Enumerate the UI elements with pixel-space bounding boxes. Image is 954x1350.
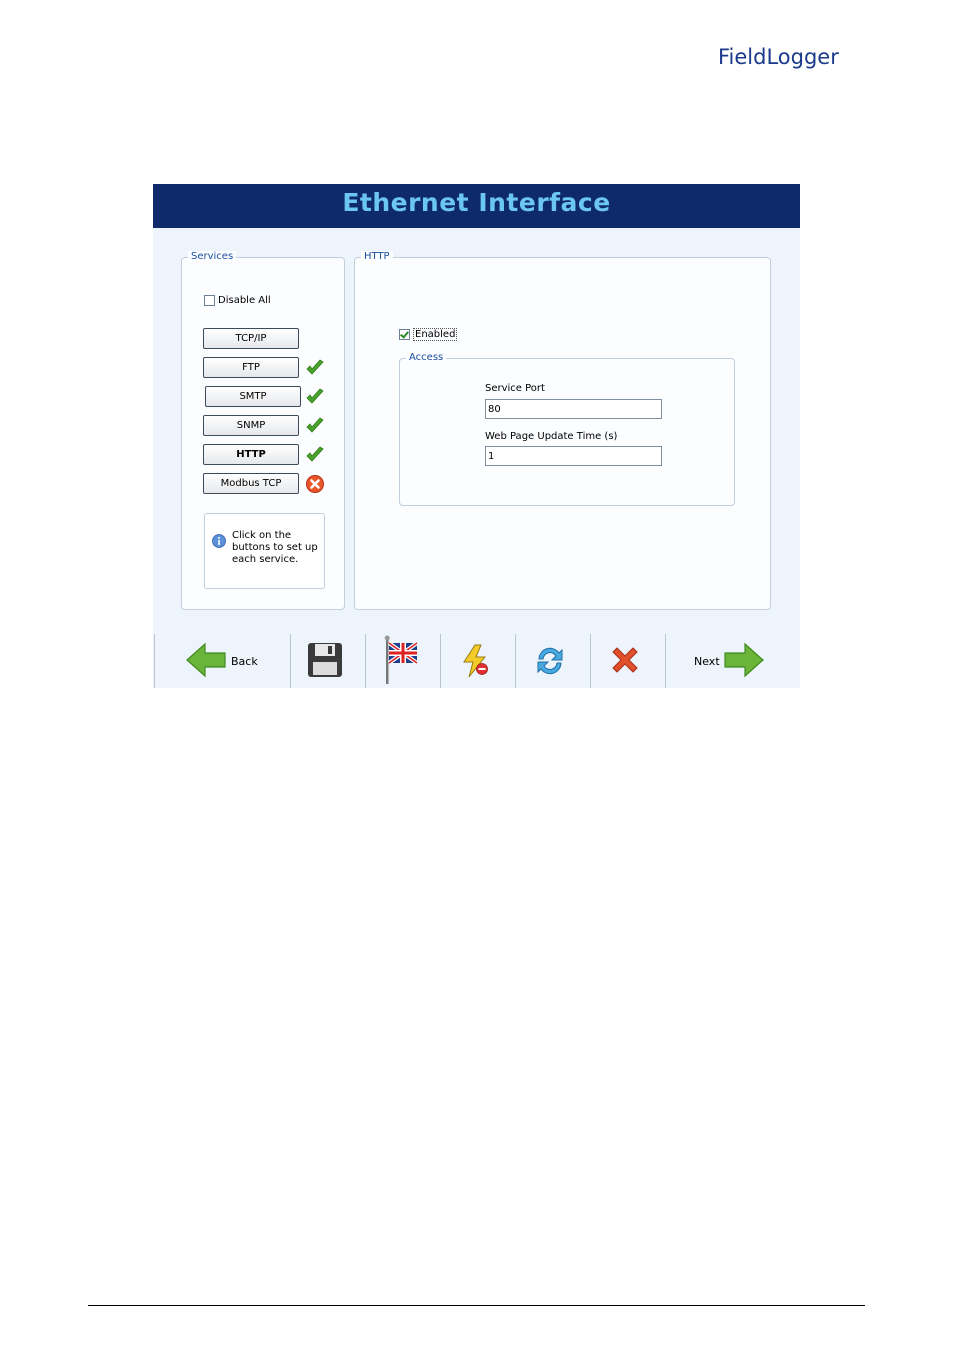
disable-all-checkbox-row[interactable]: Disable All: [204, 295, 271, 306]
logo-text: FieldLogger: [718, 45, 839, 69]
check-icon: [306, 417, 324, 433]
info-text: Click on the buttons to set up each serv…: [232, 530, 318, 565]
smtp-button[interactable]: SMTP: [205, 386, 301, 407]
refresh-icon: [537, 647, 563, 675]
check-icon: [306, 446, 324, 462]
service-port-label: Service Port: [485, 383, 545, 394]
language-button[interactable]: [366, 632, 440, 688]
check-icon: [306, 388, 324, 404]
enabled-label: Enabled: [413, 328, 458, 341]
language-flag-icon: [384, 635, 419, 684]
ftp-button[interactable]: FTP: [203, 357, 299, 378]
access-group: Access Service Port Web Page Update Time…: [399, 352, 735, 506]
check-icon: [306, 359, 324, 375]
save-icon: [308, 643, 342, 677]
fieldlogger-logo: FieldLogger: [718, 45, 839, 69]
http-button[interactable]: HTTP: [203, 444, 299, 465]
info-box: Click on the buttons to set up each serv…: [204, 513, 325, 589]
update-time-input[interactable]: [485, 446, 662, 466]
close-icon: [612, 647, 638, 673]
next-button[interactable]: Next: [666, 632, 800, 688]
lightning-icon: [463, 644, 488, 678]
enabled-checkbox-row[interactable]: Enabled: [399, 328, 458, 341]
back-button[interactable]: Back: [155, 632, 290, 688]
http-group-label: HTTP: [361, 251, 393, 262]
refresh-button[interactable]: [516, 632, 590, 688]
window-title: Ethernet Interface: [342, 188, 611, 217]
disable-all-label: Disable All: [218, 295, 271, 306]
snmp-button[interactable]: SNMP: [203, 415, 299, 436]
back-label: Back: [231, 655, 258, 668]
enabled-checkbox[interactable]: [399, 329, 410, 340]
ethernet-interface-window: Ethernet Interface Services Disable All …: [153, 184, 800, 688]
update-time-label: Web Page Update Time (s): [485, 431, 618, 442]
services-group: Services Disable All TCP/IP FTP SMTP SNM…: [181, 251, 345, 610]
diagnostics-button[interactable]: [441, 632, 515, 688]
http-group: HTTP Enabled Access Service Port Web Pag…: [354, 251, 771, 610]
next-arrow-icon: [724, 642, 764, 678]
access-group-label: Access: [406, 352, 447, 363]
modbus-tcp-button[interactable]: Modbus TCP: [203, 473, 299, 494]
cancel-button[interactable]: [591, 632, 665, 688]
next-label: Next: [694, 655, 720, 668]
services-group-label: Services: [188, 251, 237, 262]
service-port-input[interactable]: [485, 399, 662, 419]
bottom-toolbar: Back Next: [153, 632, 800, 688]
disable-all-checkbox[interactable]: [204, 295, 215, 306]
save-button[interactable]: [291, 632, 365, 688]
back-arrow-icon: [186, 642, 226, 678]
footer-divider: [88, 1305, 865, 1306]
error-icon: [306, 475, 324, 493]
tcpip-button[interactable]: TCP/IP: [203, 328, 299, 349]
title-bar: Ethernet Interface: [153, 184, 800, 228]
info-icon: [212, 534, 226, 548]
